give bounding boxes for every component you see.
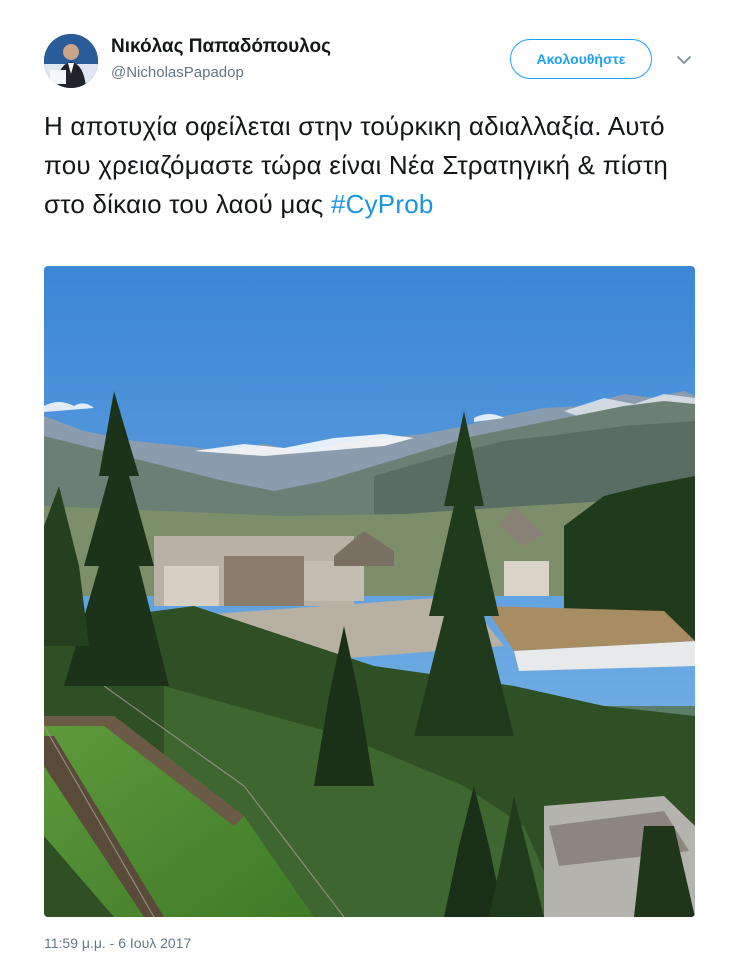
author-name[interactable]: Νικόλας Παπαδόπουλος bbox=[111, 36, 331, 58]
landscape-image bbox=[44, 266, 695, 917]
tweet-photo[interactable] bbox=[44, 266, 695, 917]
hashtag-link[interactable]: #CyProb bbox=[331, 189, 434, 219]
chevron-down-icon[interactable] bbox=[674, 50, 694, 70]
follow-button[interactable]: Ακολουθήστε bbox=[510, 39, 652, 79]
tweet-text: Η αποτυχία οφείλεται στην τούρκικη αδιαλ… bbox=[44, 107, 704, 224]
tweet-timestamp[interactable]: 11:59 μ.μ. - 6 Ιουλ 2017 bbox=[44, 935, 191, 951]
author-handle[interactable]: @NicholasPapadop bbox=[111, 64, 244, 81]
avatar[interactable] bbox=[44, 34, 98, 88]
follow-button-label: Ακολουθήστε bbox=[536, 51, 626, 67]
